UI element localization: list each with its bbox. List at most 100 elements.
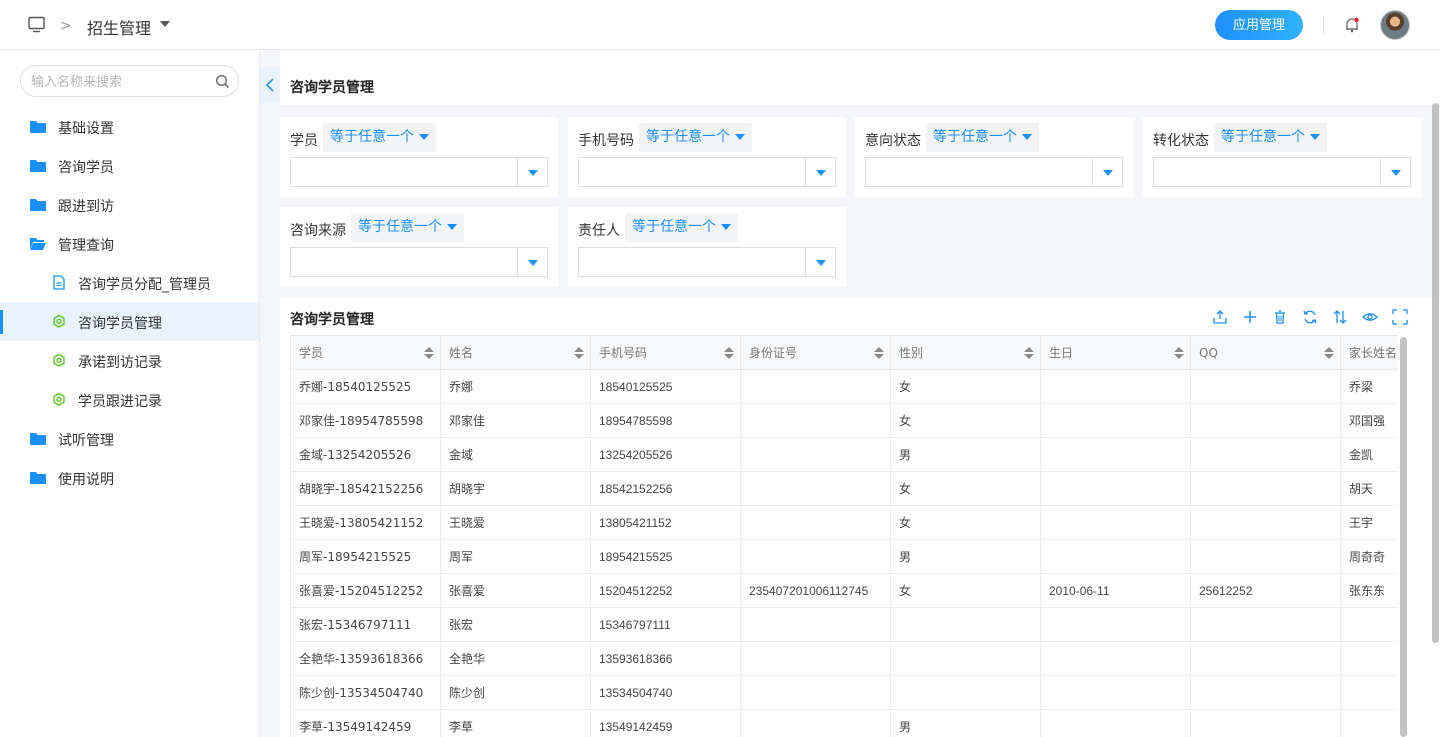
column-header[interactable]: 姓名 (440, 335, 591, 370)
column-header[interactable]: 身份证号 (740, 335, 891, 370)
column-header[interactable]: 学员 (290, 335, 441, 370)
table-cell: 13534504740 (590, 675, 741, 710)
dropdown-arrow-icon[interactable] (805, 158, 835, 186)
sidebar-item-instructions[interactable]: 使用说明 (0, 458, 259, 497)
sort-icon[interactable] (1332, 309, 1348, 325)
bell-icon[interactable] (1344, 17, 1360, 33)
table-cell: 胡晓宇-18542152256 (290, 471, 441, 506)
sidebar-item-label: 承诺到访记录 (78, 355, 162, 371)
avatar[interactable] (1380, 10, 1410, 40)
sidebar-collapse-button[interactable] (260, 67, 280, 103)
sort-arrows-icon[interactable] (574, 347, 584, 359)
filter-operator-dropdown[interactable]: 等于任意一个 (639, 123, 752, 152)
column-header-label: QQ (1199, 345, 1218, 360)
module-title[interactable]: 招生管理 (87, 15, 151, 39)
filter-value-select[interactable] (1153, 157, 1411, 187)
filter-value-select[interactable] (865, 157, 1123, 187)
dropdown-arrow-icon[interactable] (517, 248, 547, 276)
page-title: 咨询学员管理 (290, 80, 374, 96)
add-icon[interactable] (1242, 309, 1258, 325)
sort-arrows-icon[interactable] (874, 347, 884, 359)
table-row[interactable]: 张喜爱-15204512252 张喜爱 15204512252 23540720100… (290, 573, 1398, 608)
table-row[interactable]: 陈少创-13534504740 陈少创 13534504740 (290, 675, 1398, 710)
dropdown-arrow-icon[interactable] (517, 158, 547, 186)
sort-arrows-icon[interactable] (1024, 347, 1034, 359)
table-row[interactable]: 乔娜-18540125525 乔娜 18540125525 女 乔梁 (290, 369, 1398, 404)
filter-operator-dropdown[interactable]: 等于任意一个 (625, 213, 738, 242)
caret-down-icon[interactable] (160, 21, 170, 27)
table-cell: 15346797111 (590, 607, 741, 642)
sidebar-item-follow-visit[interactable]: 跟进到访 (0, 185, 259, 224)
search-icon[interactable] (215, 74, 230, 89)
sidebar-item-student-management[interactable]: 咨询学员管理 (0, 302, 259, 341)
table-cell: 王宇 (1340, 505, 1398, 540)
table-row[interactable]: 张宏-15346797111 张宏 15346797111 (290, 607, 1398, 642)
table-row[interactable]: 全艳华-13593618366 全艳华 13593618366 (290, 641, 1398, 676)
filter-operator-dropdown[interactable]: 等于任意一个 (323, 123, 436, 152)
top-bar: > 招生管理 应用管理 (0, 0, 1440, 50)
sort-arrows-icon[interactable] (1174, 347, 1184, 359)
table-cell: 乔梁 (1340, 369, 1398, 404)
export-icon[interactable] (1212, 309, 1228, 325)
table-cell: 陈少创 (440, 675, 591, 710)
chevron-left-icon (265, 78, 274, 92)
table-cell (740, 369, 891, 404)
students-table: 学员 姓名 手机号码 身份证号 性别 生日 QQ 家长姓名 乔娜-18540125525 乔娜 1… (290, 335, 1398, 737)
filter-operator-dropdown[interactable]: 等于任意一个 (1214, 123, 1327, 152)
table-cell: 女 (890, 369, 1041, 404)
page-scrollbar[interactable] (1432, 103, 1439, 643)
filter-intent-status: 意向状态 等于任意一个 (855, 117, 1133, 197)
sidebar-item-basic-settings[interactable]: 基础设置 (0, 107, 259, 146)
filter-operator-dropdown[interactable]: 等于任意一个 (351, 213, 464, 242)
filter-operator-dropdown[interactable]: 等于任意一个 (926, 123, 1039, 152)
sidebar-item-promised-visits[interactable]: 承诺到访记录 (0, 341, 259, 380)
column-header[interactable]: QQ (1190, 335, 1341, 370)
fullscreen-icon[interactable] (1392, 309, 1408, 325)
column-header[interactable]: 手机号码 (590, 335, 741, 370)
table-row[interactable]: 李草-13549142459 李草 13549142459 男 (290, 709, 1398, 737)
filter-label: 咨询来源 (290, 223, 346, 239)
app-management-button[interactable]: 应用管理 (1215, 10, 1303, 40)
filter-value-select[interactable] (290, 157, 548, 187)
sidebar-item-management-query[interactable]: 管理查询 (0, 224, 259, 263)
filter-value-select[interactable] (290, 247, 548, 277)
dropdown-arrow-icon[interactable] (1092, 158, 1122, 186)
table-header-row: 学员 姓名 手机号码 身份证号 性别 生日 QQ 家长姓名 (290, 335, 1398, 370)
table-cell: 男 (890, 437, 1041, 472)
table-row[interactable]: 胡晓宇-18542152256 胡晓宇 18542152256 女 胡天 (290, 471, 1398, 506)
filter-student: 学员 等于任意一个 (280, 117, 558, 197)
table-cell: 胡晓宇 (440, 471, 591, 506)
sort-arrows-icon[interactable] (724, 347, 734, 359)
table-row[interactable]: 周军-18954215525 周军 18954215525 男 周奇奇 (290, 539, 1398, 574)
table-scrollbar[interactable] (1400, 337, 1407, 737)
table-row[interactable]: 金域-13254205526 金域 13254205526 男 金凯 (290, 437, 1398, 472)
table-row[interactable]: 王晓爱-13805421152 王晓爱 13805421152 女 王宇 (290, 505, 1398, 540)
monitor-icon[interactable] (28, 16, 45, 33)
filter-value-select[interactable] (578, 247, 836, 277)
sort-arrows-icon[interactable] (424, 347, 434, 359)
view-icon[interactable] (1362, 309, 1378, 325)
sidebar-item-trial-management[interactable]: 试听管理 (0, 419, 259, 458)
sort-arrows-icon[interactable] (1324, 347, 1334, 359)
column-header[interactable]: 家长姓名 (1340, 335, 1398, 370)
table-cell: 邓家佳 (440, 403, 591, 438)
filter-value-select[interactable] (578, 157, 836, 187)
delete-icon[interactable] (1272, 309, 1288, 325)
chevron-right-icon: > (60, 18, 72, 34)
table-cell: 全艳华-13593618366 (290, 641, 441, 676)
sidebar-item-follow-records[interactable]: 学员跟进记录 (0, 380, 259, 419)
dropdown-arrow-icon[interactable] (805, 248, 835, 276)
table-cell (1190, 471, 1341, 506)
table-cell (1340, 709, 1398, 737)
table-cell (1040, 607, 1191, 642)
sidebar-item-student-assignment[interactable]: 咨询学员分配_管理员 (0, 263, 259, 302)
sidebar-search-input[interactable] (31, 72, 211, 92)
sidebar-item-consult-students[interactable]: 咨询学员 (0, 146, 259, 185)
dropdown-arrow-icon[interactable] (1380, 158, 1410, 186)
column-header[interactable]: 生日 (1040, 335, 1191, 370)
refresh-icon[interactable] (1302, 309, 1318, 325)
column-header[interactable]: 性别 (890, 335, 1041, 370)
table-cell (740, 539, 891, 574)
table-row[interactable]: 邓家佳-18954785598 邓家佳 18954785598 女 邓国强 (290, 403, 1398, 438)
caret-down-icon (447, 224, 457, 230)
